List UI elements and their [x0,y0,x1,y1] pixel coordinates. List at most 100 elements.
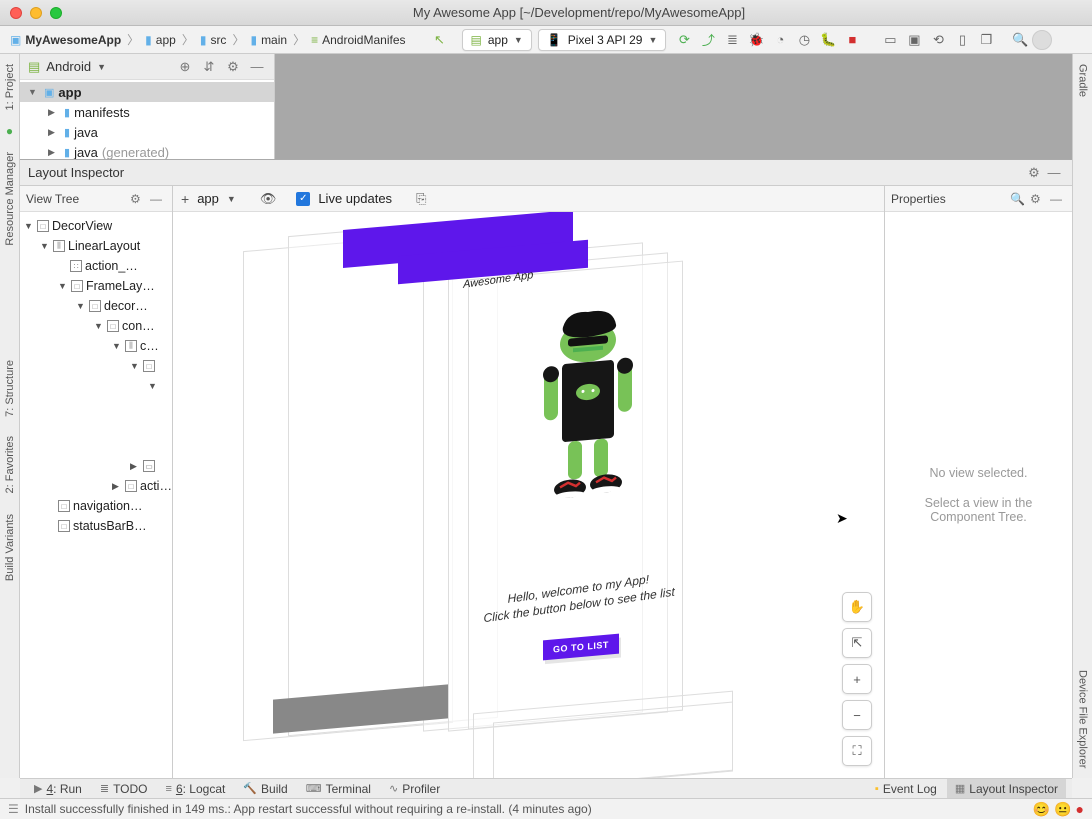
gear-icon[interactable]: ⚙ [1024,165,1044,181]
back-navigate-button[interactable]: ↖ [428,29,452,51]
fit-button[interactable]: ⛶ [842,736,872,766]
run-config-combo[interactable]: ▤ app ▼ [462,29,532,51]
debug-button[interactable]: 🐞 [744,29,768,51]
vt-row[interactable]: □statusBarB… [20,516,172,536]
project-row: ▤ Android ▼ ⊕ ⇵ ⚙ — ▼ ▣ app ▶ ▮ manifest… [20,54,1072,160]
zoom-out-button[interactable]: − [842,700,872,730]
breadcrumb[interactable]: ▣ MyAwesomeApp 〉 ▮ app 〉 ▮ src 〉 ▮ main … [6,29,410,50]
chevron-down-icon[interactable]: ▼ [28,87,40,97]
device-manager-button[interactable]: ▯ [950,29,974,51]
target-icon[interactable]: ⊕ [176,58,194,76]
chevron-right-icon[interactable]: ▶ [48,107,60,118]
vt-row[interactable]: ▶□acti… [20,476,172,496]
sync-button[interactable]: ⟲ [926,29,950,51]
close-window-button[interactable] [10,7,22,19]
hide-icon[interactable]: — [150,192,166,206]
feedback-neutral-icon[interactable]: 😐 [1054,801,1071,818]
profile-button[interactable]: ◷ [792,29,816,51]
vt-row[interactable]: ▼□con… [20,316,172,336]
tab-device-file-explorer[interactable]: Device File Explorer [1075,660,1091,778]
attach-debugger-button[interactable]: 🐛 [816,29,840,51]
vt-label: acti… [140,479,172,493]
live-updates-checkbox[interactable]: ✓ [296,192,310,206]
apply-changes-button[interactable]: ⤴ [696,29,720,51]
layout-inspector-header: Layout Inspector ⚙ — [20,160,1072,186]
tab-dot-icon[interactable]: ● [6,120,13,142]
gear-icon[interactable]: ⚙ [130,192,146,206]
feedback-sad-icon[interactable]: ● [1076,801,1084,817]
zoom-window-button[interactable] [50,7,62,19]
tab-build-variants[interactable]: Build Variants [2,504,18,591]
tab-favorites[interactable]: 2: Favorites [2,426,18,503]
chevron-down-icon[interactable]: ▼ [227,194,236,204]
vt-row[interactable]: ∷action_… [20,256,172,276]
vt-row[interactable]: ▼□ [20,356,172,376]
tree-row-java[interactable]: ▶ ▮ java [20,122,274,142]
pan-button[interactable]: ✋ [842,592,872,622]
tree-row-java-gen[interactable]: ▶ ▮ java (generated) [20,142,274,159]
chevron-right-icon[interactable]: ▶ [48,127,60,138]
vt-row[interactable]: □navigation… [20,496,172,516]
canvas-3d-view[interactable]: Awesome App [173,212,884,778]
chevron-right-icon[interactable]: ▶ [48,147,60,158]
search-icon[interactable]: 🔍 [1010,192,1026,206]
tab-eventlog[interactable]: ▪Event Log [867,779,945,798]
snapshot-icon[interactable]: ⎘ [416,191,426,207]
tab-structure[interactable]: 7: Structure [2,350,18,427]
hide-icon[interactable]: — [1044,165,1064,180]
gear-icon[interactable]: ⚙ [1030,192,1046,206]
status-icon[interactable]: ☰ [8,802,19,816]
vt-row[interactable]: ▼□DecorView [20,216,172,236]
project-mode-label[interactable]: Android [46,59,91,74]
sdk-manager-button[interactable]: ▣ [902,29,926,51]
vt-row[interactable]: ▼⫼c… [20,336,172,356]
search-button[interactable]: 🔍 [1008,29,1032,51]
hide-icon[interactable]: — [1050,192,1066,206]
layers-button[interactable]: ❒ [974,29,998,51]
properties-header: Properties 🔍 ⚙ — [885,186,1072,212]
account-avatar[interactable] [1032,30,1052,50]
vt-row[interactable]: ▼ [20,376,172,396]
vt-row[interactable]: ▼□decor… [20,296,172,316]
tab-resource-manager[interactable]: Resource Manager [2,142,18,256]
window-controls [10,7,62,19]
vt-label: con… [122,319,155,333]
minimize-window-button[interactable] [30,7,42,19]
tab-todo[interactable]: ≣TODO [92,779,156,798]
reset-view-button[interactable]: ⇱ [842,628,872,658]
tab-gradle[interactable]: Gradle [1075,54,1091,107]
view-tree[interactable]: ▼□DecorView ▼⫼LinearLayout ∷action_… ▼□F… [20,212,172,778]
avd-manager-button[interactable]: ▭ [878,29,902,51]
chevron-down-icon: ▼ [514,35,523,45]
eye-icon[interactable]: 👁 [260,191,277,207]
zoom-in-button[interactable]: + [842,664,872,694]
tab-profiler[interactable]: ∿Profiler [381,779,448,798]
manifest-icon: ≡ [311,33,318,47]
chevron-down-icon[interactable]: ▼ [97,62,106,72]
indent-button[interactable]: ≣ [720,29,744,51]
tab-run[interactable]: ▶4: Run [26,779,90,798]
no-selection-text: No view selected. [930,466,1028,480]
stop-button[interactable]: ■ [840,29,864,51]
tab-project[interactable]: 1: Project [2,54,18,120]
tree-row-app[interactable]: ▼ ▣ app [20,82,274,102]
hide-icon[interactable]: — [248,58,266,76]
tab-build[interactable]: 🔨Build [235,779,295,798]
feedback-happy-icon[interactable]: 😊 [1033,801,1050,818]
project-tree[interactable]: ▼ ▣ app ▶ ▮ manifests ▶ ▮ java ▶ ▮ j [20,80,274,159]
process-label[interactable]: app [197,191,219,206]
coverage-button[interactable]: ◔ [768,29,792,51]
vt-row[interactable]: ▼□FrameLay… [20,276,172,296]
vt-row[interactable]: ▼⫼LinearLayout [20,236,172,256]
restart-button[interactable]: ⟳ [672,29,696,51]
vt-row[interactable]: ▶▭ [20,456,172,476]
tab-terminal[interactable]: ⌨Terminal [298,779,379,798]
collapse-icon[interactable]: ⇵ [200,58,218,76]
device-combo[interactable]: 📱 Pixel 3 API 29 ▼ [538,29,667,51]
breadcrumb-part: AndroidManifes [322,33,405,47]
add-process-button[interactable]: + [181,191,189,207]
tree-row-manifests[interactable]: ▶ ▮ manifests [20,102,274,122]
tab-logcat[interactable]: ≡6: Logcat [158,779,234,798]
gear-icon[interactable]: ⚙ [224,58,242,76]
tab-layout-inspector[interactable]: ▦Layout Inspector [947,779,1066,798]
